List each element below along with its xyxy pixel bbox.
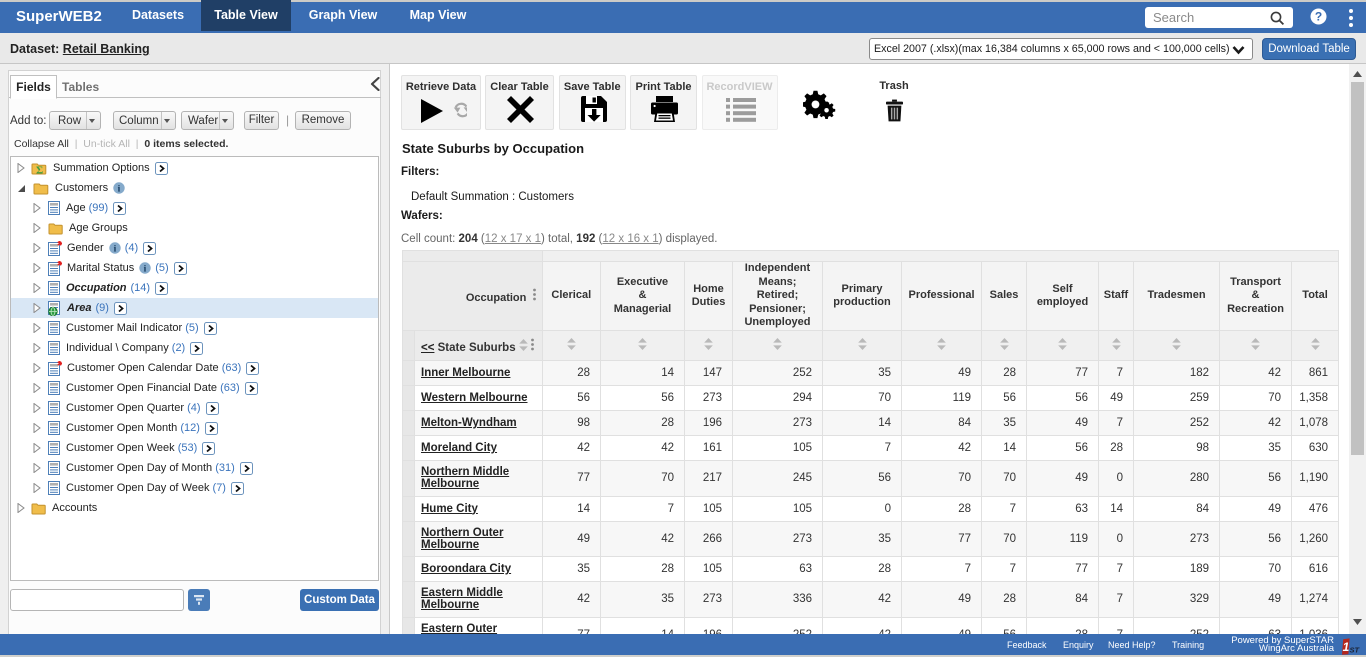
svg-text:Σ: Σ	[36, 164, 43, 175]
svg-text:i: i	[118, 184, 121, 194]
svg-text:i: i	[113, 244, 116, 254]
svg-text:?: ?	[1315, 10, 1322, 24]
svg-text:i: i	[144, 264, 147, 274]
svg-text:ST: ST	[1350, 646, 1361, 655]
